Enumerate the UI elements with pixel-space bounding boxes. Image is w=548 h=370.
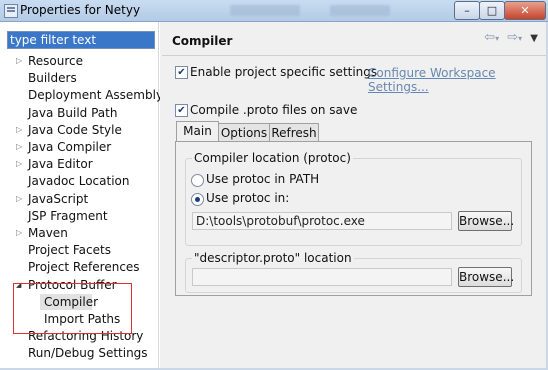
tree-item-label: Resource: [28, 54, 84, 68]
expand-arrow-icon[interactable]: ▷: [16, 191, 24, 207]
use-protoc-path-label: Use protoc in PATH: [206, 172, 320, 186]
navigation-pane: ▷ Resource Builders Deployment Assembly Java…: [0, 22, 163, 370]
back-arrow-icon[interactable]: ⇦: [484, 30, 495, 45]
tree-item[interactable]: Project Facets: [0, 242, 156, 258]
browse-protoc-button[interactable]: Browse...: [458, 211, 514, 231]
tree-item-label: Java Compiler: [28, 140, 112, 154]
tree-item-label: Javadoc Location: [28, 174, 130, 188]
tree-item[interactable]: Java Build Path: [0, 105, 156, 121]
tree-item[interactable]: ▷ JavaScript: [0, 191, 156, 207]
tab-options[interactable]: Options: [218, 123, 270, 142]
window-title: Properties for Netyy: [20, 3, 141, 17]
tree-item-label: Deployment Assembly: [28, 88, 164, 102]
compile-on-save-checkbox[interactable]: ✔: [175, 104, 188, 117]
tree-item[interactable]: Project References: [0, 259, 156, 275]
tree-item-label: Java Editor: [28, 157, 93, 171]
tree-item[interactable]: JSP Fragment: [0, 208, 156, 224]
tree-item[interactable]: Run/Debug Settings: [0, 345, 156, 361]
minimize-button[interactable]: –: [454, 1, 480, 20]
tab-main[interactable]: Main: [176, 121, 219, 142]
tree-item[interactable]: ▷ Java Compiler: [0, 139, 156, 155]
tree-item-label: Maven: [28, 226, 68, 240]
background-window-text: [230, 5, 300, 16]
tree-item-label: Run/Debug Settings: [28, 346, 148, 360]
compile-on-save-label: Compile .proto files on save: [190, 103, 358, 117]
tree-item-label: Builders: [28, 71, 77, 85]
tab-refresh[interactable]: Refresh: [269, 123, 319, 142]
tree-item-label: JavaScript: [28, 192, 89, 206]
compiler-location-group: Compiler location (protoc) Use protoc in…: [185, 151, 522, 246]
expand-arrow-icon[interactable]: ▷: [16, 53, 24, 69]
view-menu-icon[interactable]: ▼: [530, 33, 538, 44]
enable-project-settings-label: Enable project specific settings: [190, 65, 378, 79]
header-separator: [162, 55, 548, 56]
forward-arrow-icon[interactable]: ⇨: [507, 30, 518, 45]
radio-selected-dot: [195, 197, 200, 202]
tree-item[interactable]: Javadoc Location: [0, 173, 156, 189]
expand-arrow-icon[interactable]: ▷: [16, 139, 24, 155]
descriptor-location-title: "descriptor.proto" location: [192, 251, 354, 265]
tree-item[interactable]: ▷ Java Editor: [0, 156, 156, 172]
back-dropdown-icon[interactable]: ▾: [495, 34, 499, 43]
window-icon: [4, 4, 18, 18]
descriptor-path-field[interactable]: [192, 268, 452, 286]
tree-item-label: Java Code Style: [28, 123, 122, 137]
tree-item-label: Java Build Path: [28, 106, 118, 120]
expand-arrow-icon[interactable]: ▷: [16, 225, 24, 241]
protoc-path-field[interactable]: [192, 212, 452, 230]
tree-item[interactable]: ▷ Maven: [0, 225, 156, 241]
tree-item[interactable]: Builders: [0, 70, 156, 86]
expand-arrow-icon[interactable]: ▷: [16, 156, 24, 172]
use-protoc-in-label: Use protoc in:: [206, 191, 290, 205]
background-window-text: [330, 5, 390, 16]
forward-dropdown-icon[interactable]: ▾: [518, 34, 522, 43]
use-protoc-in-radio[interactable]: [191, 193, 204, 206]
filter-input[interactable]: [7, 31, 155, 49]
maximize-button[interactable]: □: [479, 1, 505, 20]
tree-item-label: JSP Fragment: [28, 209, 108, 223]
tree-item[interactable]: Deployment Assembly: [0, 87, 163, 103]
page-title: Compiler: [172, 34, 233, 48]
configure-workspace-link[interactable]: Configure Workspace Settings...: [368, 66, 548, 94]
enable-project-settings-checkbox[interactable]: ✔: [175, 66, 188, 79]
tree-item-label: Project References: [28, 260, 140, 274]
descriptor-location-group: "descriptor.proto" location Browse...: [185, 251, 522, 293]
compiler-location-title: Compiler location (protoc): [192, 151, 353, 165]
browse-descriptor-button[interactable]: Browse...: [458, 267, 514, 287]
use-protoc-path-radio[interactable]: [191, 174, 204, 187]
tree-item[interactable]: ▷ Java Code Style: [0, 122, 156, 138]
property-page: Compiler ⇦▾ ⇨▾ ▼ ✔ Enable project specif…: [162, 22, 548, 370]
navigation-toolbar: ⇦▾ ⇨▾ ▼: [480, 30, 538, 45]
tree-item[interactable]: ▷ Resource: [0, 53, 156, 69]
title-bar: Properties for Netyy – □ ✕: [0, 0, 548, 22]
tree-item-label: Project Facets: [28, 243, 111, 257]
annotation-box: [13, 283, 132, 334]
expand-arrow-icon[interactable]: ▷: [16, 122, 24, 138]
close-button[interactable]: ✕: [504, 1, 546, 20]
tab-panel-main: Compiler location (protoc) Use protoc in…: [175, 141, 532, 296]
